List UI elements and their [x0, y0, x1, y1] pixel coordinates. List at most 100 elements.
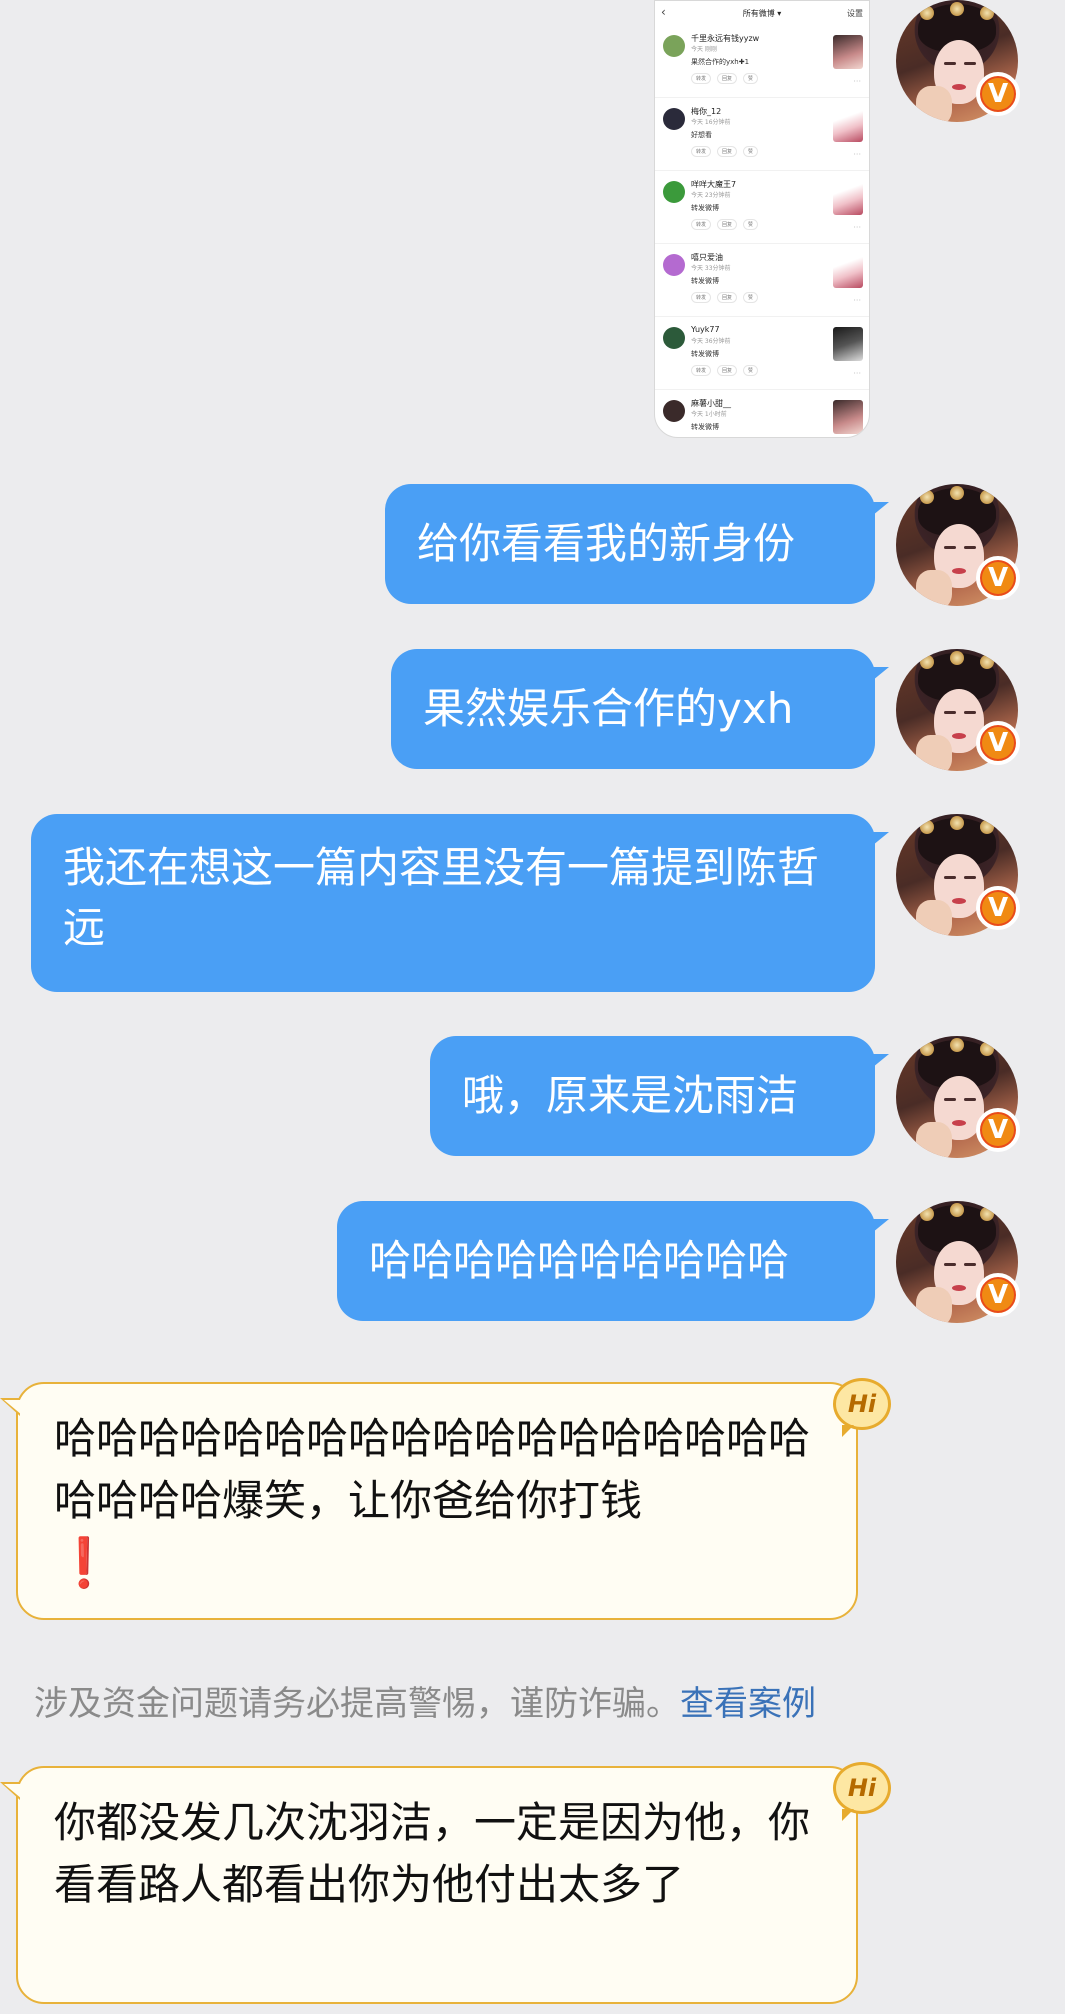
screenshot-action: 转发: [691, 292, 712, 303]
message-bubble-out[interactable]: 哦，原来是沈雨洁: [430, 1036, 889, 1156]
message-text: 我还在想这一篇内容里没有一篇提到陈哲远: [63, 843, 820, 952]
screenshot-user-avatar: [663, 108, 685, 130]
screenshot-user-name: 千里永远有钱yyzw: [691, 34, 760, 43]
verified-badge-icon: V: [976, 721, 1020, 765]
verified-badge-icon: V: [976, 72, 1020, 116]
message-text: 哦，原来是沈雨洁: [462, 1071, 799, 1120]
screenshot-action: 转发: [691, 73, 712, 84]
screenshot-action: 回复: [717, 146, 738, 157]
screenshot-post-actions: 转发 回复赞: [691, 73, 759, 84]
verified-badge-icon: V: [976, 556, 1020, 600]
screenshot-post-text: 转发微博: [691, 350, 719, 358]
screenshot-post-time: 今天 16分钟前: [691, 119, 731, 126]
screenshot-post-thumbnail: [833, 108, 863, 142]
screenshot-post-time: 今天 1小时前: [691, 411, 727, 418]
screenshot-action: 回复: [717, 73, 738, 84]
screenshot-action: 赞: [743, 146, 759, 157]
screenshot-action: 转发: [691, 146, 712, 157]
screenshot-post-thumbnail: [833, 35, 863, 69]
screenshot-post-text: 转发微博: [691, 423, 719, 431]
screenshot-post-actions: 转发 回复赞: [691, 146, 759, 157]
message-bubble-out[interactable]: 给你看看我的新身份: [385, 484, 889, 604]
message-text: 给你看看我的新身份: [417, 519, 796, 568]
more-icon: ···: [853, 369, 861, 378]
screenshot-user-avatar: [663, 181, 685, 203]
screenshot-user-name: 梅你_12: [691, 107, 722, 116]
view-cases-link[interactable]: 查看案例: [680, 1684, 816, 1724]
screenshot-post-actions: 转发 回复赞: [691, 292, 759, 303]
back-icon: ‹: [661, 5, 666, 19]
screenshot-feed-item: 嘻只爱油今天 33分钟前 转发微博转发 回复赞 ···: [655, 244, 869, 317]
screenshot-feed-list: 千里永远有钱yyzw 今天 刚刚 果然合作的yxh✚1 转发 回复赞 ··· 梅你_12 今天…: [655, 25, 869, 437]
message-text: 果然娱乐合作的yxh: [423, 684, 794, 733]
screenshot-action: 回复: [717, 292, 738, 303]
shared-screenshot-image[interactable]: ‹ 所有微博 ▾ 设置 千里永远有钱yyzw 今天 刚刚 果然合作的yxh✚1 转发回…: [654, 0, 870, 438]
more-icon: ···: [853, 150, 861, 159]
screenshot-post-thumbnail: [833, 400, 863, 434]
screenshot-feed-item: Yuyk77 今天 36分钟前 转发微博转发 回复赞 ···: [655, 317, 869, 390]
avatar[interactable]: V: [896, 1036, 1020, 1158]
screenshot-user-avatar: [663, 400, 685, 422]
screenshot-post-thumbnail: [833, 254, 863, 288]
hi-badge-icon: Hi: [833, 1762, 891, 1821]
screenshot-post-thumbnail: [833, 327, 863, 361]
verified-badge-icon: V: [976, 886, 1020, 930]
message-text: 哈哈哈哈哈哈哈哈哈哈哈哈哈哈哈哈哈哈哈哈哈哈爆笑，让你爸给你打钱: [54, 1414, 811, 1525]
screenshot-user-avatar: [663, 254, 685, 276]
more-icon: ···: [853, 77, 861, 86]
screenshot-action: 回复: [717, 365, 738, 376]
message-text: 你都没发几次沈羽洁，一定是因为他，你看看路人都看出你为他付出太多了: [54, 1798, 811, 1909]
message-bubble-out[interactable]: 我还在想这一篇内容里没有一篇提到陈哲远: [31, 814, 889, 992]
screenshot-header-title: 所有微博: [742, 8, 775, 18]
screenshot-post-text: 转发微博: [691, 277, 719, 285]
screenshot-post-time: 今天 36分钟前: [691, 338, 731, 345]
message-text: 哈哈哈哈哈哈哈哈哈哈: [369, 1236, 790, 1285]
screenshot-post-actions: 转发 回复赞: [691, 365, 759, 376]
verified-badge-icon: V: [976, 1273, 1020, 1317]
screenshot-action: 赞: [743, 365, 759, 376]
screenshot-post-text: 果然合作的yxh✚1: [691, 58, 750, 66]
screenshot-user-avatar: [663, 35, 685, 57]
screenshot-dropdown-icon: ▾: [774, 8, 782, 18]
screenshot-post-time: 今天 33分钟前: [691, 265, 731, 272]
screenshot-post-time: 今天 23分钟前: [691, 192, 731, 199]
avatar[interactable]: V: [896, 1201, 1020, 1323]
screenshot-post-text: 好想看: [691, 131, 712, 139]
screenshot-user-name: 咩咩大魔王7: [691, 180, 737, 189]
screenshot-post-text: 转发微博: [691, 204, 719, 212]
avatar[interactable]: V: [896, 0, 1020, 122]
screenshot-header: ‹ 所有微博 ▾ 设置: [655, 1, 869, 25]
screenshot-post-thumbnail: [833, 181, 863, 215]
screenshot-user-name: 嘻只爱油: [691, 253, 723, 262]
avatar[interactable]: V: [896, 649, 1020, 771]
message-bubble-out[interactable]: 果然娱乐合作的yxh: [391, 649, 889, 769]
screenshot-post-actions: 转发 回复赞: [691, 219, 759, 230]
fraud-warning: 涉及资金问题请务必提高警惕，谨防诈骗。查看案例: [34, 1676, 816, 1732]
screenshot-feed-item: 咩咩大魔王7 今天 23分钟前 转发微博转发 回复赞 ···: [655, 171, 869, 244]
avatar[interactable]: V: [896, 484, 1020, 606]
more-icon: ···: [853, 223, 861, 232]
message-bubble-out[interactable]: 哈哈哈哈哈哈哈哈哈哈: [337, 1201, 889, 1321]
screenshot-action: 赞: [743, 292, 759, 303]
screenshot-action: 回复: [717, 219, 738, 230]
screenshot-user-name: Yuyk77: [691, 325, 720, 334]
screenshot-user-name: 麻薯小甜__: [691, 399, 731, 408]
exclamation-icon: ❗: [54, 1535, 114, 1591]
screenshot-post-time: 今天 刚刚: [691, 46, 717, 53]
screenshot-action: 赞: [743, 219, 759, 230]
screenshot-user-avatar: [663, 327, 685, 349]
verified-badge-icon: V: [976, 1108, 1020, 1152]
screenshot-settings: 设置: [847, 9, 863, 18]
screenshot-feed-item: 千里永远有钱yyzw 今天 刚刚果然合作的yxh✚1 转发 回复赞 ···: [655, 25, 869, 98]
screenshot-action: 转发: [691, 365, 712, 376]
fraud-warning-text: 涉及资金问题请务必提高警惕，谨防诈骗。: [34, 1684, 680, 1724]
avatar[interactable]: V: [896, 814, 1020, 936]
screenshot-action: 赞: [743, 73, 759, 84]
screenshot-feed-item: 梅你_12 今天 16分钟前 好想看转发 回复赞 ···: [655, 98, 869, 171]
screenshot-feed-item: 麻薯小甜__今天 1小时前转发微博转发回复赞···: [655, 390, 869, 437]
message-bubble-in[interactable]: 你都没发几次沈羽洁，一定是因为他，你看看路人都看出你为他付出太多了: [0, 1766, 858, 2004]
screenshot-action: 转发: [691, 219, 712, 230]
message-bubble-in[interactable]: 哈哈哈哈哈哈哈哈哈哈哈哈哈哈哈哈哈哈哈哈哈哈爆笑，让你爸给你打钱 ❗: [0, 1382, 858, 1620]
hi-badge-icon: Hi: [833, 1378, 891, 1437]
more-icon: ···: [853, 296, 861, 305]
